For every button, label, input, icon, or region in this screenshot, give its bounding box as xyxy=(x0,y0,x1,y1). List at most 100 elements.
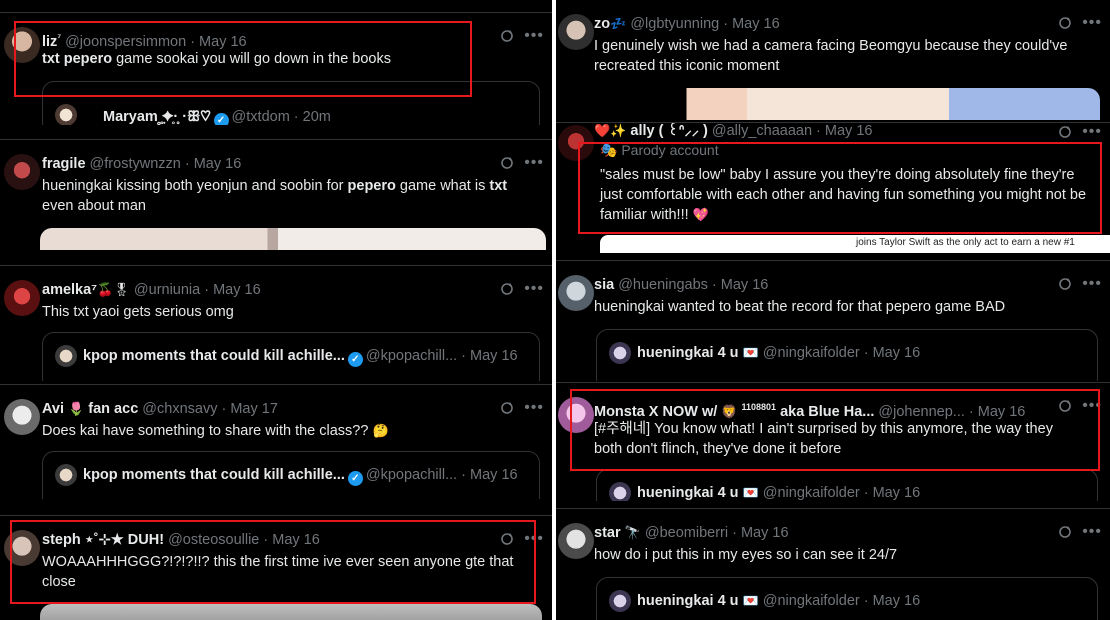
tweet-actions: ••• xyxy=(500,27,544,47)
tweet-text-part: game what is xyxy=(395,178,490,194)
quoted-name: kpop moments that could kill achille... xyxy=(83,348,345,364)
refresh-icon[interactable] xyxy=(500,29,514,43)
handle-date[interactable]: @beomiberri · May 16 xyxy=(645,525,789,541)
avatar[interactable] xyxy=(4,154,40,190)
tweet-avi[interactable]: Avi 🌷 fan acc @chxnsavy · May 17 ••• Doe… xyxy=(0,384,552,499)
name-emoji: ❤️✨ xyxy=(594,123,627,138)
avatar[interactable] xyxy=(558,14,594,50)
avatar[interactable] xyxy=(4,280,40,316)
tweet-media[interactable] xyxy=(40,228,546,250)
display-name[interactable]: zo xyxy=(594,16,610,32)
media-caption: joins Taylor Swift as the only act to ea… xyxy=(856,237,1075,248)
tweet-actions: ••• xyxy=(1058,14,1102,34)
avatar[interactable] xyxy=(558,275,594,311)
more-icon[interactable]: ••• xyxy=(1082,275,1102,293)
tweet-header: amelka⁷🍒🎖 @urniunia · May 16 xyxy=(42,280,492,300)
quoted-tweet[interactable]: hueningkai 4 u 💌 @ningkaifolder · May 16 xyxy=(596,469,1098,501)
more-icon[interactable]: ••• xyxy=(524,280,544,298)
quoted-handle: @kpopachill... · May 16 xyxy=(365,348,518,364)
tweet-text-part: even about man xyxy=(42,198,146,214)
display-name[interactable]: amelka⁷ xyxy=(42,282,97,298)
tweet-actions: ••• xyxy=(500,154,544,174)
avatar[interactable] xyxy=(4,399,40,435)
verified-badge-icon: ✓ xyxy=(347,352,363,367)
more-icon[interactable]: ••• xyxy=(524,399,544,417)
name-emoji: 🌷 xyxy=(68,401,85,416)
quoted-tweet[interactable]: hueningkai 4 u 💌 @ningkaifolder · May 16 xyxy=(596,329,1098,381)
tweet-header: ❤️✨ ally ( ꒰ᐢ⸝⸝ ) @ally_chaaaan · May 16 xyxy=(594,123,1050,141)
tweet-header: Avi 🌷 fan acc @chxnsavy · May 17 xyxy=(42,399,492,419)
tweet-zo[interactable]: zo💤 @lgbtyunning · May 16 ••• I genuinel… xyxy=(556,0,1110,120)
tweet-text-bold: pepero xyxy=(347,178,396,194)
right-column: zo💤 @lgbtyunning · May 16 ••• I genuinel… xyxy=(556,0,1110,620)
tweet-text: Does kai have something to share with th… xyxy=(42,421,522,441)
display-name[interactable]: Avi xyxy=(42,401,64,417)
tweet-amelka[interactable]: amelka⁷🍒🎖 @urniunia · May 16 ••• This tx… xyxy=(0,265,552,381)
refresh-icon[interactable] xyxy=(1058,16,1072,30)
tweet-media[interactable] xyxy=(596,88,1100,120)
tweet-actions: ••• xyxy=(1058,275,1102,295)
refresh-icon[interactable] xyxy=(500,282,514,296)
tweet-text: I genuinely wish we had a camera facing … xyxy=(594,38,1068,74)
quoted-handle: @ningkaifolder · May 16 xyxy=(762,593,921,609)
quoted-tweet[interactable]: hueningkai 4 u 💌 @ningkaifolder · May 16 xyxy=(596,577,1098,620)
more-icon[interactable]: ••• xyxy=(524,154,544,172)
tweet-text: hueningkai kissing both yeonjun and soob… xyxy=(42,176,522,216)
tweet-text-part: hueningkai kissing both yeonjun and soob… xyxy=(42,178,348,194)
tweet-text: This txt yaoi gets serious omg xyxy=(42,304,234,320)
name-emoji: 💌 xyxy=(742,345,759,360)
tweet-text-bold: txt xyxy=(489,178,508,194)
quoted-tweet[interactable]: kpop moments that could kill achille... ✓… xyxy=(42,332,540,381)
tweet-media[interactable] xyxy=(40,604,542,620)
handle-date[interactable]: @frostywnzzn · May 16 xyxy=(90,156,242,172)
handle-date[interactable]: @chxnsavy · May 17 xyxy=(142,401,278,417)
tweet-header: star 🔭 @beomiberri · May 16 xyxy=(594,523,1050,543)
tweet-actions: ••• xyxy=(1058,123,1102,143)
quoted-handle: @ningkaifolder · May 16 xyxy=(762,485,921,501)
quoted-handle: @ningkaifolder · May 16 xyxy=(762,345,921,361)
handle-date[interactable]: @hueningabs · May 16 xyxy=(618,277,768,293)
handle-date[interactable]: @lgbtyunning · May 16 xyxy=(630,16,779,32)
tweet-star[interactable]: star 🔭 @beomiberri · May 16 ••• how do i… xyxy=(556,508,1110,620)
tweet-header: sia @hueningabs · May 16 xyxy=(594,275,1050,295)
quoted-avatar xyxy=(609,590,631,612)
tweet-media[interactable]: joins Taylor Swift as the only act to ea… xyxy=(600,235,1110,253)
quoted-avatar xyxy=(55,345,77,367)
more-icon[interactable]: ••• xyxy=(524,27,544,45)
refresh-icon[interactable] xyxy=(500,401,514,415)
quoted-tweet[interactable]: kpop moments that could kill achille... ✓… xyxy=(42,451,540,499)
avatar[interactable] xyxy=(558,523,594,559)
tweet-actions: ••• xyxy=(1058,523,1102,543)
display-name-2[interactable]: fan acc xyxy=(88,401,138,417)
quoted-handle: @txtdom · 20m xyxy=(231,109,331,125)
display-name[interactable]: sia xyxy=(594,277,614,293)
quoted-name: Maryam ̥̥ٜ̥✦·̥ ̥̥·ꕥ♡ xyxy=(103,109,211,125)
display-name[interactable]: star xyxy=(594,525,621,541)
refresh-icon[interactable] xyxy=(1058,277,1072,291)
quoted-avatar xyxy=(55,464,77,486)
left-column: liz⁷ @joonspersimmon · May 16 ••• txt pe… xyxy=(0,0,552,620)
more-icon[interactable]: ••• xyxy=(1082,14,1102,32)
quoted-name: hueningkai 4 u xyxy=(637,485,739,501)
more-icon[interactable]: ••• xyxy=(1082,523,1102,541)
tweet-actions: ••• xyxy=(500,399,544,419)
refresh-icon[interactable] xyxy=(1058,125,1072,139)
name-emoji: 💌 xyxy=(742,485,759,500)
handle-date[interactable]: @ally_chaaaan · May 16 xyxy=(712,123,873,139)
handle-date[interactable]: @urniunia · May 16 xyxy=(134,282,261,298)
name-emoji: 💌 xyxy=(742,593,759,608)
quoted-handle: @kpopachill... · May 16 xyxy=(365,467,518,483)
tweet-text: hueningkai wanted to beat the record for… xyxy=(594,299,1006,315)
quoted-name: hueningkai 4 u xyxy=(637,593,739,609)
more-icon[interactable]: ••• xyxy=(1082,123,1102,141)
tweet-header: zo💤 @lgbtyunning · May 16 xyxy=(594,14,1050,34)
refresh-icon[interactable] xyxy=(1058,525,1072,539)
tweet-fragile[interactable]: fragile @frostywnzzn · May 16 ••• huenin… xyxy=(0,139,552,250)
display-name[interactable]: fragile xyxy=(42,156,86,172)
display-name[interactable]: ally ( ꒰ᐢ⸝⸝ ) xyxy=(630,123,707,139)
tweet-text-part: Does kai have something to share with th… xyxy=(42,423,369,439)
tweet-sia[interactable]: sia @hueningabs · May 16 ••• hueningkai … xyxy=(556,260,1110,381)
refresh-icon[interactable] xyxy=(500,156,514,170)
quoted-name: kpop moments that could kill achille... xyxy=(83,467,345,483)
highlight-box xyxy=(570,389,1100,471)
